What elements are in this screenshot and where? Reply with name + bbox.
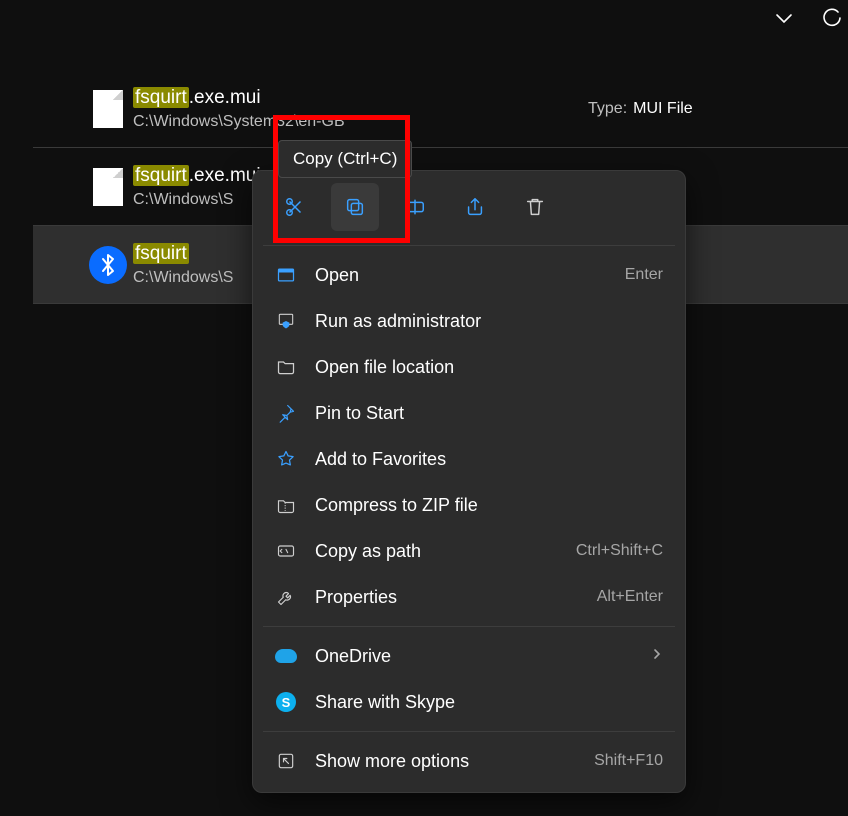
menu-label: Add to Favorites — [315, 449, 663, 470]
file-icon — [83, 168, 133, 206]
path-icon — [275, 541, 297, 561]
menu-run-admin[interactable]: Run as administrator — [253, 298, 685, 344]
menu-label: Open — [315, 265, 607, 286]
file-icon — [83, 90, 133, 128]
menu-onedrive[interactable]: OneDrive — [253, 633, 685, 679]
menu-label: Compress to ZIP file — [315, 495, 663, 516]
highlight: fsquirt — [133, 165, 189, 186]
share-button[interactable] — [451, 183, 499, 231]
skype-icon: S — [275, 692, 297, 712]
menu-skype[interactable]: S Share with Skype — [253, 679, 685, 725]
separator — [263, 626, 675, 627]
menu-label: Copy as path — [315, 541, 558, 562]
action-row — [253, 179, 685, 239]
menu-label: Share with Skype — [315, 692, 663, 713]
onedrive-icon — [275, 649, 297, 663]
meta-value: MUI File — [633, 100, 693, 117]
menu-properties[interactable]: Properties Alt+Enter — [253, 574, 685, 620]
menu-accel: Ctrl+Shift+C — [576, 542, 663, 560]
menu-compress-zip[interactable]: Compress to ZIP file — [253, 482, 685, 528]
pin-icon — [275, 403, 297, 423]
zip-icon — [275, 495, 297, 515]
chevron-down-icon[interactable] — [774, 8, 794, 28]
rename-button[interactable] — [391, 183, 439, 231]
more-options-icon — [275, 751, 297, 771]
open-icon — [275, 265, 297, 285]
chevron-right-icon — [651, 647, 663, 665]
menu-accel: Enter — [625, 266, 663, 284]
menu-label: Properties — [315, 587, 579, 608]
highlight: fsquirt — [133, 87, 189, 108]
delete-button[interactable] — [511, 183, 559, 231]
filename-rest: .exe.mui — [189, 165, 261, 186]
menu-label: Open file location — [315, 357, 663, 378]
star-icon — [275, 449, 297, 469]
highlight: fsquirt — [133, 243, 189, 264]
context-menu: Open Enter Run as administrator Open fil… — [252, 170, 686, 793]
menu-copy-path[interactable]: Copy as path Ctrl+Shift+C — [253, 528, 685, 574]
menu-open-location[interactable]: Open file location — [253, 344, 685, 390]
refresh-icon[interactable] — [822, 8, 842, 28]
separator — [263, 245, 675, 246]
copy-tooltip: Copy (Ctrl+C) — [278, 140, 412, 178]
menu-label: Show more options — [315, 751, 576, 772]
file-path: C:\Windows\System32\en-GB — [133, 113, 848, 131]
menu-pin-start[interactable]: Pin to Start — [253, 390, 685, 436]
menu-show-more[interactable]: Show more options Shift+F10 — [253, 738, 685, 784]
copy-button[interactable] — [331, 183, 379, 231]
cut-button[interactable] — [271, 183, 319, 231]
menu-open[interactable]: Open Enter — [253, 252, 685, 298]
filename-rest: .exe.mui — [189, 87, 261, 108]
menu-accel: Shift+F10 — [594, 752, 663, 770]
menu-label: Pin to Start — [315, 403, 663, 424]
result-row[interactable]: fsquirt.exe.mui C:\Windows\System32\en-G… — [33, 70, 848, 148]
menu-label: OneDrive — [315, 646, 633, 667]
meta-key: Type: — [588, 100, 627, 117]
menu-accel: Alt+Enter — [597, 588, 663, 606]
wrench-icon — [275, 587, 297, 607]
menu-label: Run as administrator — [315, 311, 663, 332]
shield-icon — [275, 311, 297, 331]
separator — [263, 731, 675, 732]
bluetooth-icon — [83, 246, 133, 284]
menu-add-favorites[interactable]: Add to Favorites — [253, 436, 685, 482]
folder-icon — [275, 357, 297, 377]
